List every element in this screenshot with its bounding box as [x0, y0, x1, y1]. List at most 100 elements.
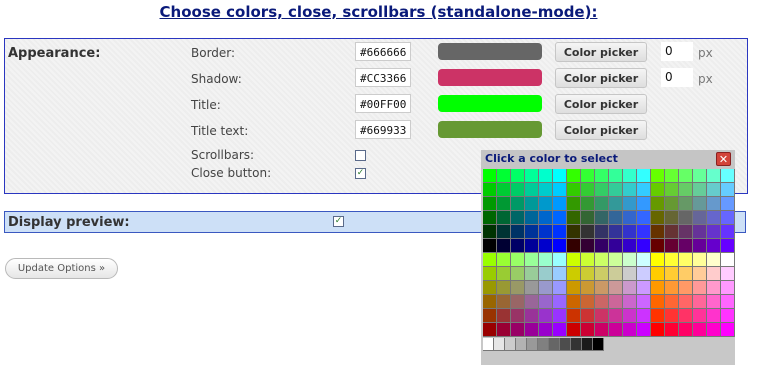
color-swatch-cell[interactable] — [623, 281, 637, 295]
color-swatch-cell[interactable] — [581, 323, 595, 337]
color-swatch-cell[interactable] — [581, 295, 595, 309]
color-swatch-cell[interactable] — [497, 295, 511, 309]
color-swatch-cell[interactable] — [721, 197, 735, 211]
color-swatch-cell[interactable] — [637, 295, 651, 309]
color-swatch-cell[interactable] — [525, 323, 539, 337]
color-swatch-cell[interactable] — [497, 169, 511, 183]
color-swatch-cell[interactable] — [623, 183, 637, 197]
grey-swatch-cell[interactable] — [505, 338, 516, 351]
color-swatch-cell[interactable] — [637, 211, 651, 225]
color-swatch-cell[interactable] — [553, 197, 567, 211]
color-swatch-cell[interactable] — [511, 281, 525, 295]
title-text-color-picker-button[interactable]: Color picker — [555, 120, 647, 140]
color-swatch-cell[interactable] — [581, 253, 595, 267]
color-swatch-cell[interactable] — [693, 197, 707, 211]
color-swatch-cell[interactable] — [679, 225, 693, 239]
color-swatch-cell[interactable] — [581, 197, 595, 211]
color-swatch-cell[interactable] — [539, 295, 553, 309]
color-swatch-cell[interactable] — [539, 253, 553, 267]
close-button-checkbox[interactable]: ✓ — [355, 168, 366, 179]
grey-swatch-cell[interactable] — [527, 338, 538, 351]
close-icon[interactable]: ✕ — [716, 152, 731, 166]
color-swatch-cell[interactable] — [525, 295, 539, 309]
color-swatch-cell[interactable] — [707, 295, 721, 309]
color-swatch-cell[interactable] — [679, 281, 693, 295]
color-swatch-cell[interactable] — [651, 253, 665, 267]
color-swatch-cell[interactable] — [609, 323, 623, 337]
color-swatch-cell[interactable] — [553, 211, 567, 225]
color-swatch-cell[interactable] — [721, 323, 735, 337]
border-size-input[interactable]: 0 — [661, 42, 693, 61]
color-swatch-cell[interactable] — [553, 239, 567, 253]
color-swatch-cell[interactable] — [567, 281, 581, 295]
color-swatch-cell[interactable] — [623, 267, 637, 281]
color-swatch-cell[interactable] — [637, 309, 651, 323]
color-swatch-cell[interactable] — [609, 239, 623, 253]
color-swatch-cell[interactable] — [651, 183, 665, 197]
color-swatch-cell[interactable] — [665, 253, 679, 267]
color-swatch-cell[interactable] — [525, 253, 539, 267]
color-swatch-cell[interactable] — [721, 169, 735, 183]
color-swatch-cell[interactable] — [511, 309, 525, 323]
color-swatch-cell[interactable] — [665, 239, 679, 253]
color-swatch-cell[interactable] — [665, 309, 679, 323]
color-swatch-cell[interactable] — [581, 225, 595, 239]
color-swatch-cell[interactable] — [693, 267, 707, 281]
color-swatch-cell[interactable] — [525, 169, 539, 183]
scrollbars-checkbox[interactable] — [355, 150, 366, 161]
color-swatch-cell[interactable] — [497, 253, 511, 267]
color-swatch-cell[interactable] — [567, 267, 581, 281]
grey-swatch-cell[interactable] — [538, 338, 549, 351]
color-swatch-cell[interactable] — [637, 183, 651, 197]
color-swatch-cell[interactable] — [553, 323, 567, 337]
shadow-color-picker-button[interactable]: Color picker — [555, 68, 647, 88]
color-swatch-cell[interactable] — [721, 183, 735, 197]
title-color-picker-button[interactable]: Color picker — [555, 94, 647, 114]
color-swatch-cell[interactable] — [511, 183, 525, 197]
color-swatch-cell[interactable] — [707, 323, 721, 337]
color-swatch-cell[interactable] — [637, 239, 651, 253]
title-color-input[interactable]: #00FF00 — [355, 94, 411, 113]
color-swatch-cell[interactable] — [609, 169, 623, 183]
color-swatch-cell[interactable] — [721, 253, 735, 267]
color-swatch-cell[interactable] — [707, 225, 721, 239]
color-swatch-cell[interactable] — [651, 267, 665, 281]
color-swatch-cell[interactable] — [693, 211, 707, 225]
color-swatch-cell[interactable] — [679, 323, 693, 337]
grey-swatch-cell[interactable] — [560, 338, 571, 351]
color-swatch-cell[interactable] — [595, 211, 609, 225]
color-swatch-cell[interactable] — [693, 281, 707, 295]
grey-swatch-cell[interactable] — [483, 338, 494, 351]
grey-swatch-cell[interactable] — [494, 338, 505, 351]
color-swatch-cell[interactable] — [525, 197, 539, 211]
color-swatch-cell[interactable] — [483, 197, 497, 211]
color-swatch-cell[interactable] — [567, 169, 581, 183]
color-swatch-cell[interactable] — [595, 323, 609, 337]
color-swatch-cell[interactable] — [567, 309, 581, 323]
color-swatch-cell[interactable] — [567, 295, 581, 309]
color-swatch-cell[interactable] — [707, 239, 721, 253]
color-swatch-cell[interactable] — [623, 295, 637, 309]
color-swatch-cell[interactable] — [539, 211, 553, 225]
color-swatch-cell[interactable] — [483, 295, 497, 309]
color-swatch-cell[interactable] — [721, 211, 735, 225]
color-swatch-cell[interactable] — [525, 225, 539, 239]
color-swatch-cell[interactable] — [567, 211, 581, 225]
color-swatch-cell[interactable] — [539, 309, 553, 323]
color-swatch-cell[interactable] — [665, 323, 679, 337]
color-swatch-cell[interactable] — [567, 197, 581, 211]
color-swatch-cell[interactable] — [539, 281, 553, 295]
color-swatch-cell[interactable] — [651, 197, 665, 211]
color-swatch-cell[interactable] — [567, 323, 581, 337]
color-swatch-cell[interactable] — [693, 295, 707, 309]
color-swatch-cell[interactable] — [539, 197, 553, 211]
color-swatch-cell[interactable] — [511, 211, 525, 225]
color-swatch-cell[interactable] — [707, 253, 721, 267]
color-swatch-cell[interactable] — [511, 197, 525, 211]
color-swatch-cell[interactable] — [539, 267, 553, 281]
color-swatch-cell[interactable] — [637, 253, 651, 267]
color-swatch-cell[interactable] — [693, 183, 707, 197]
color-swatch-cell[interactable] — [721, 281, 735, 295]
color-swatch-cell[interactable] — [567, 183, 581, 197]
color-swatch-cell[interactable] — [483, 169, 497, 183]
